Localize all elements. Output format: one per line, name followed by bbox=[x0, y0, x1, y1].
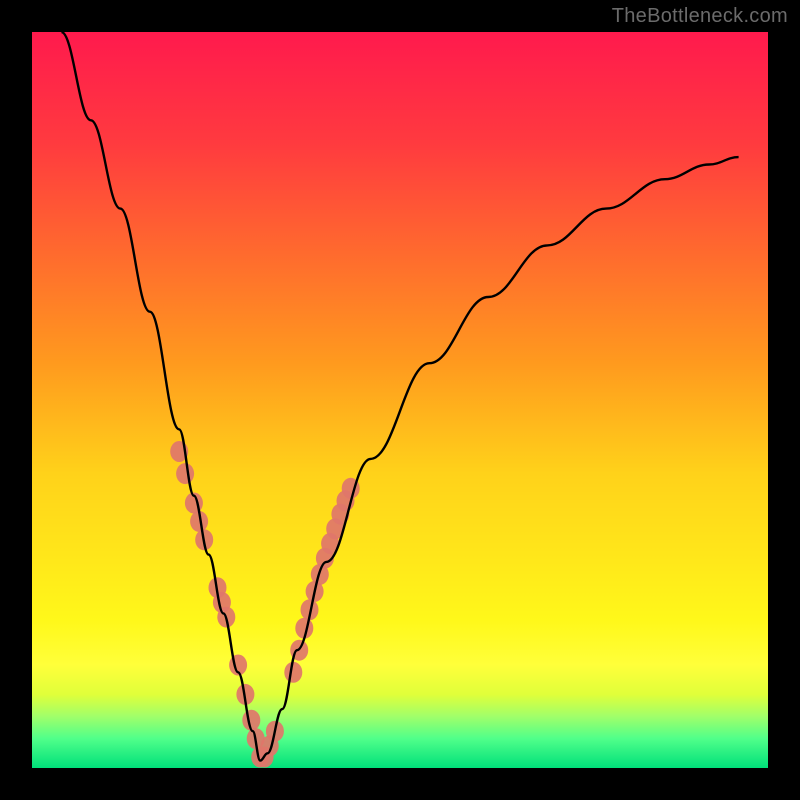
watermark-text: TheBottleneck.com bbox=[612, 5, 788, 28]
bottleneck-curve-svg bbox=[32, 32, 768, 768]
marker-blob bbox=[284, 662, 302, 683]
marker-blobs bbox=[170, 441, 360, 768]
marker-blob bbox=[176, 463, 194, 484]
chart-frame: TheBottleneck.com bbox=[0, 0, 800, 800]
bottleneck-curve bbox=[61, 32, 738, 761]
plot-area bbox=[32, 32, 768, 768]
